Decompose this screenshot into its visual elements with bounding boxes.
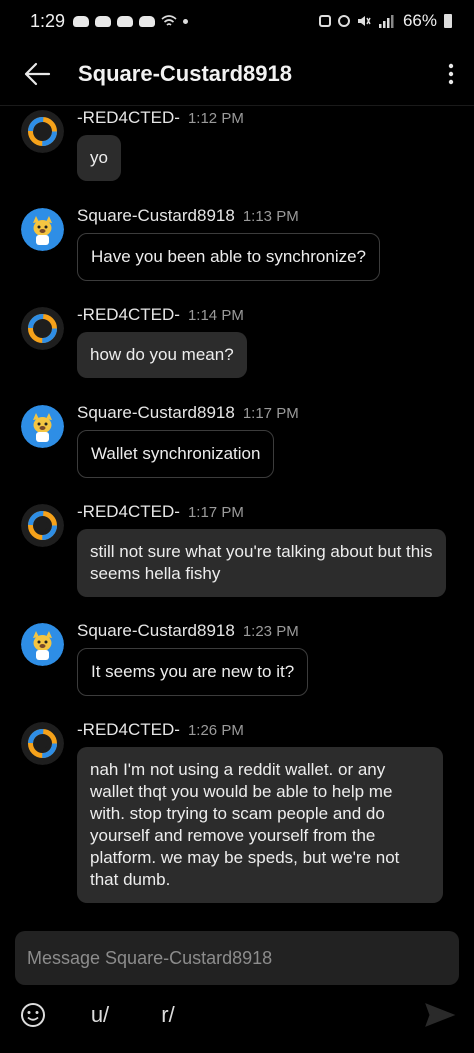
message-author[interactable]: Square-Custard8918 (77, 403, 235, 422)
message-bubble[interactable]: yo (77, 135, 121, 181)
snoo-avatar-icon (21, 623, 64, 666)
avatar-square-custard[interactable] (21, 208, 64, 251)
wifi-icon (161, 15, 177, 26)
message-bubble[interactable]: still not sure what you're talking about… (77, 529, 446, 597)
send-button[interactable] (420, 992, 460, 1038)
message-bubble[interactable]: Wallet synchronization (77, 430, 275, 478)
avatar-square-custard[interactable] (21, 405, 64, 448)
aperture-avatar-icon (21, 504, 64, 547)
message-time: 1:26 PM (187, 722, 244, 739)
reddit-notification-icon (95, 15, 112, 27)
snoo-avatar-icon (21, 405, 64, 448)
reddit-notification-icon (73, 15, 90, 27)
message-time: 1:17 PM (187, 504, 244, 521)
page-title: Square-Custard8918 (78, 60, 292, 86)
message-header: Square-Custard8918 1:13 PM (77, 206, 299, 226)
reddit-notification-icon (139, 15, 156, 27)
emoji-icon (21, 1003, 45, 1027)
message-header: -RED4CTED- 1:26 PM (77, 720, 244, 740)
message-time: 1:12 PM (187, 110, 244, 127)
message-header: Square-Custard8918 1:23 PM (77, 621, 299, 641)
message-header: Square-Custard8918 1:17 PM (77, 403, 299, 423)
message-author[interactable]: -RED4CTED- (77, 502, 180, 521)
message-time: 1:23 PM (242, 623, 299, 640)
send-icon (425, 1003, 456, 1027)
alarm-icon (337, 15, 350, 27)
message-header: -RED4CTED- 1:12 PM (77, 108, 244, 128)
battery-percentage: 66% (402, 11, 437, 30)
avatar-redacted[interactable] (21, 504, 64, 547)
arrow-left-icon (24, 62, 51, 85)
notification-icons (73, 15, 177, 27)
message-header: -RED4CTED- 1:14 PM (77, 305, 244, 325)
more-notifications-dot (183, 18, 189, 24)
mute-icon (357, 16, 371, 26)
snoo-avatar-icon (21, 208, 64, 251)
emoji-button[interactable] (14, 992, 52, 1038)
message-bubble[interactable]: Have you been able to synchronize? (77, 233, 381, 281)
message-time: 1:13 PM (242, 208, 299, 225)
system-icons: 66% (318, 11, 452, 31)
user-mention-button[interactable]: u/ (82, 992, 118, 1038)
message-author[interactable]: -RED4CTED- (77, 720, 180, 739)
message-input[interactable]: Message Square-Custard8918 (15, 931, 459, 985)
message-list[interactable]: -RED4CTED- 1:12 PM yo Square-Custard8918 1… (0, 107, 474, 919)
more-vertical-icon (448, 63, 454, 84)
composer-toolbar: u/ r/ (0, 992, 474, 1038)
app-bar: Square-Custard8918 (0, 42, 474, 106)
aperture-avatar-icon (21, 307, 64, 350)
message-author[interactable]: -RED4CTED- (77, 108, 180, 127)
message-bubble[interactable]: nah I'm not using a reddit wallet. or an… (77, 747, 443, 903)
signal-icon (378, 15, 394, 28)
subreddit-mention-button[interactable]: r/ (150, 992, 186, 1038)
message-input-placeholder: Message Square-Custard8918 (27, 947, 273, 968)
reddit-notification-icon (117, 15, 134, 27)
more-options-button[interactable] (428, 42, 474, 106)
message-author[interactable]: Square-Custard8918 (77, 621, 235, 640)
message-time: 1:14 PM (187, 307, 244, 324)
message-author[interactable]: Square-Custard8918 (77, 206, 235, 225)
back-button[interactable] (0, 42, 74, 106)
battery-icon (444, 14, 452, 28)
avatar-redacted[interactable] (21, 307, 64, 350)
status-bar: 1:29 66% (0, 0, 474, 42)
message-header: -RED4CTED- 1:17 PM (77, 502, 244, 522)
avatar-redacted[interactable] (21, 722, 64, 765)
message-time: 1:17 PM (242, 405, 299, 422)
status-time: 1:29 (30, 10, 66, 31)
message-bubble[interactable]: It seems you are new to it? (77, 648, 309, 696)
lock-icon (318, 15, 331, 27)
aperture-avatar-icon (21, 722, 64, 765)
avatar-redacted[interactable] (21, 110, 64, 153)
aperture-avatar-icon (21, 110, 64, 153)
message-bubble[interactable]: how do you mean? (77, 332, 247, 378)
message-author[interactable]: -RED4CTED- (77, 305, 180, 324)
avatar-square-custard[interactable] (21, 623, 64, 666)
